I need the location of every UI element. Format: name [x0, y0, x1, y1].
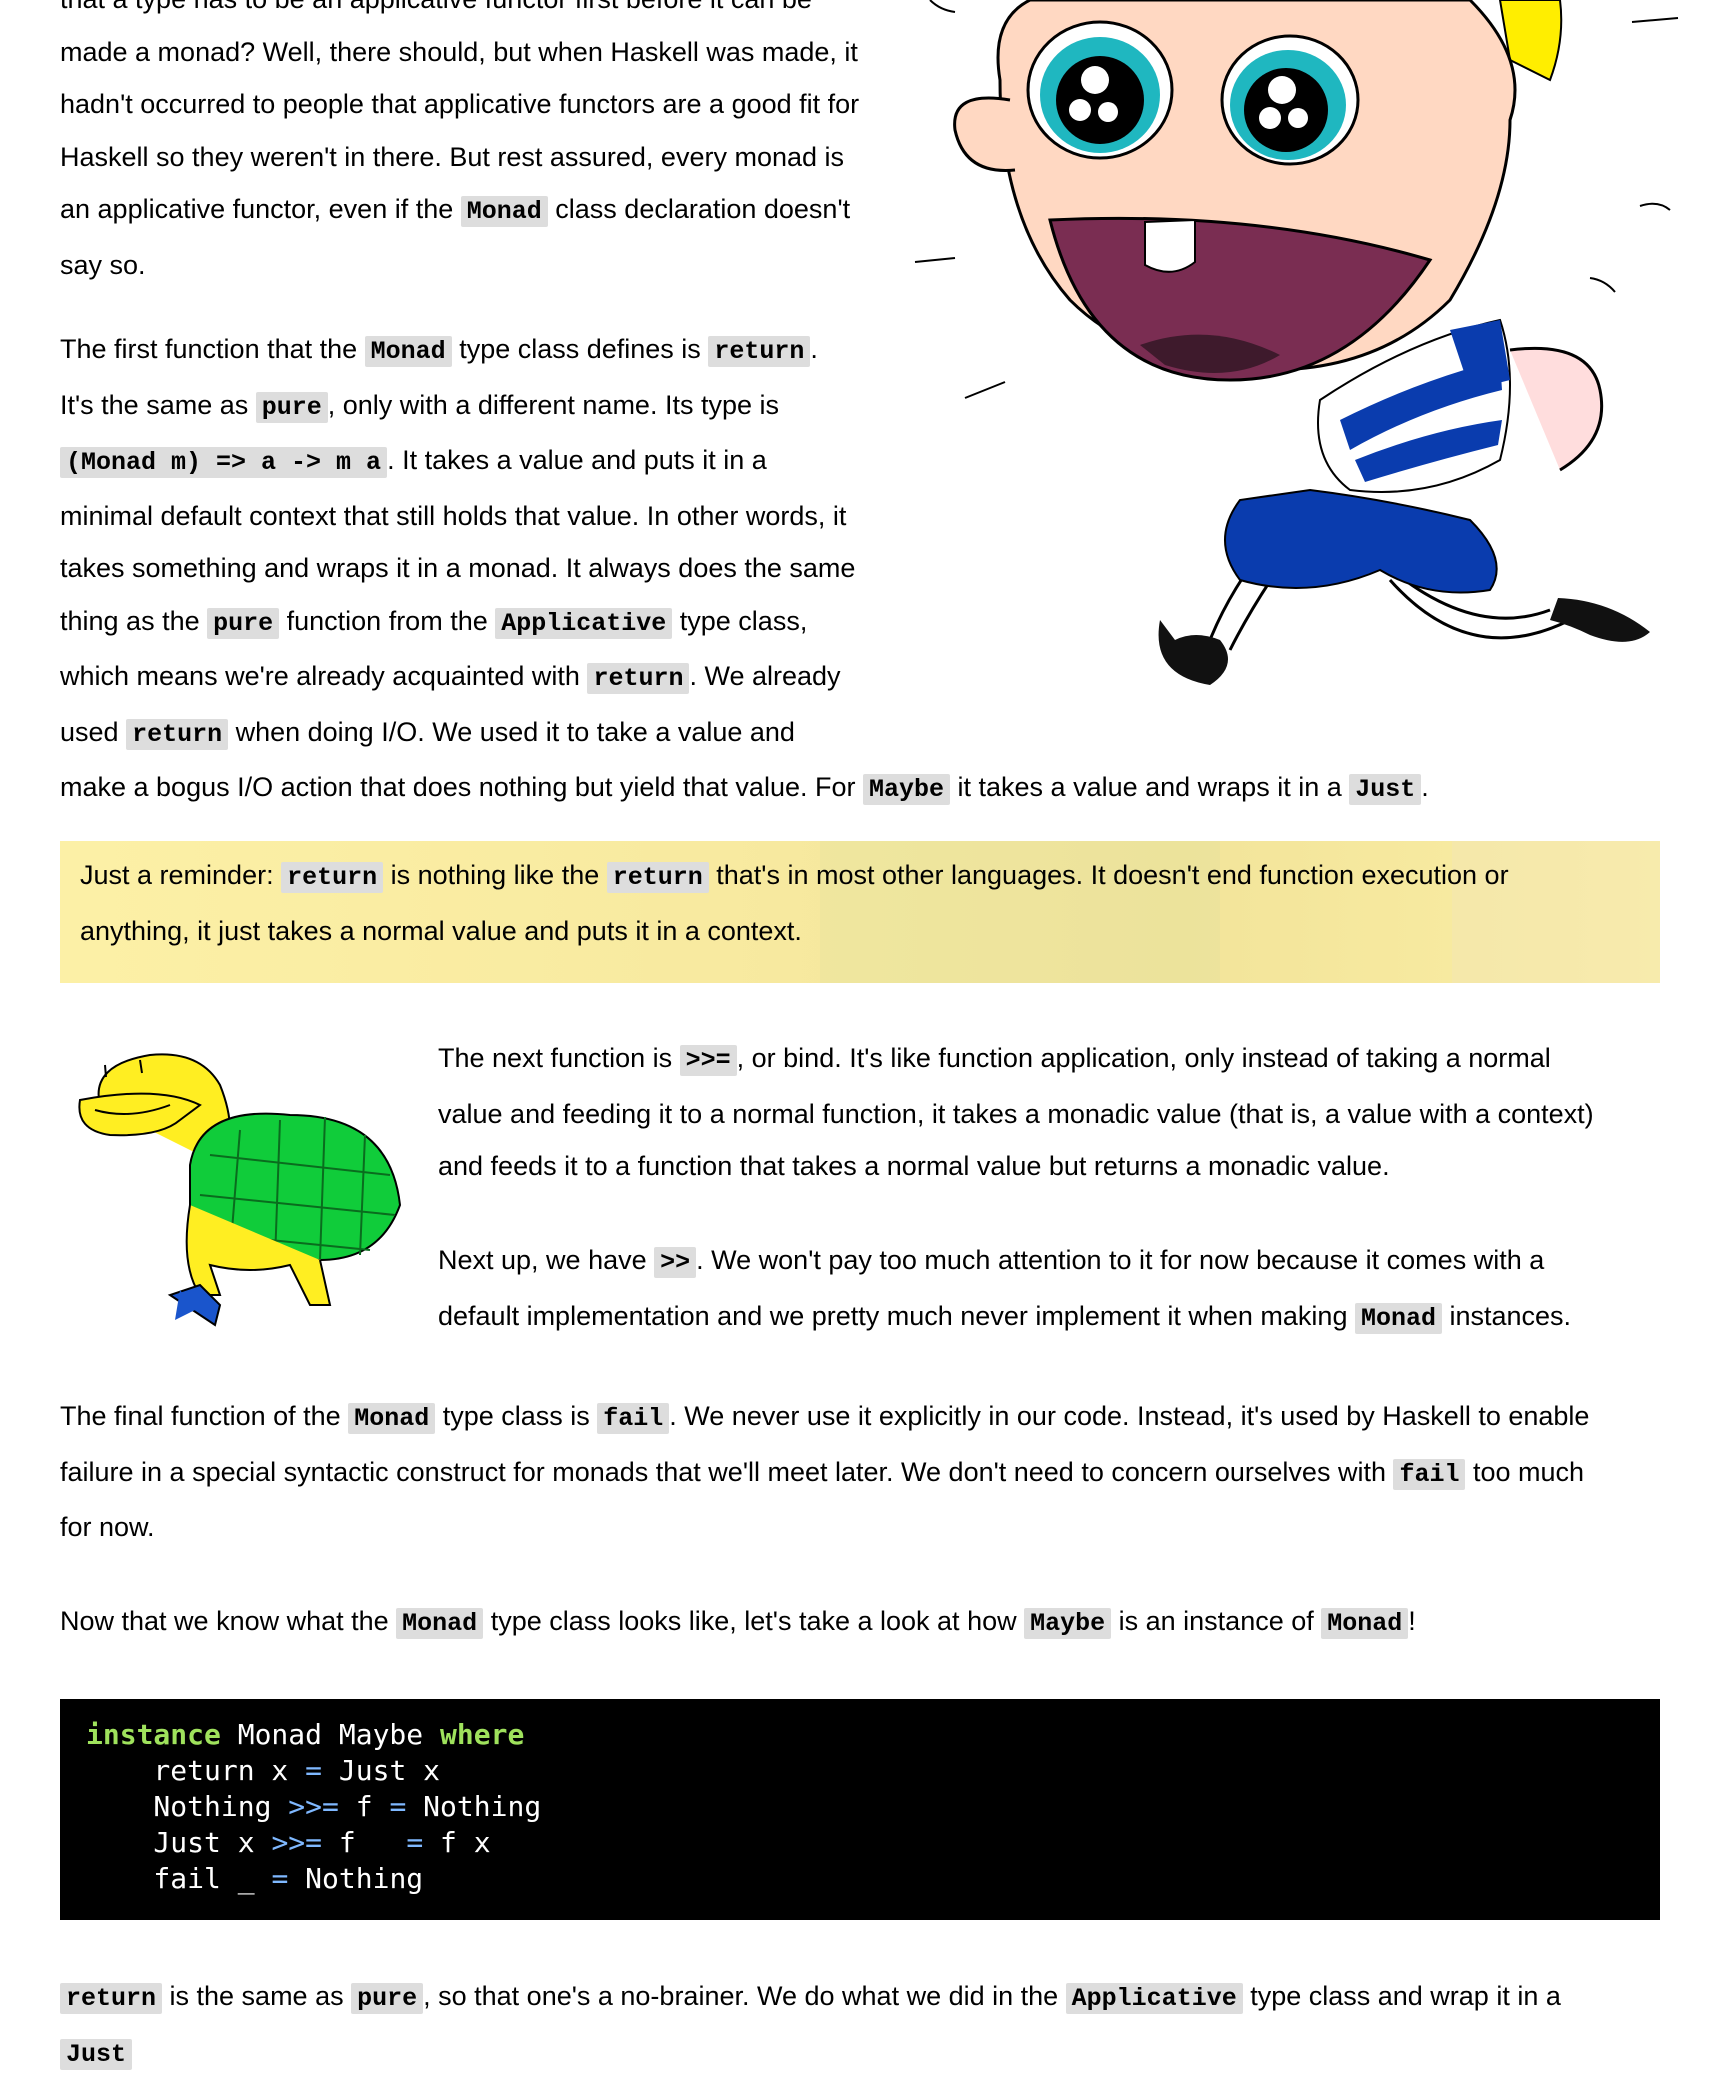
- text-line: an applicative functor, even if the Mona…: [60, 194, 851, 227]
- reminder-box: Just a reminder: return is nothing like …: [60, 841, 1660, 983]
- inline-code: Maybe: [863, 774, 951, 805]
- inline-code: Monad: [396, 1608, 484, 1639]
- inline-code: >>: [654, 1247, 697, 1278]
- code-block-maybe-monad: instance Monad Maybe where return x = Ju…: [60, 1699, 1660, 1920]
- inline-code: return: [708, 336, 811, 367]
- inline-code: fail: [597, 1403, 670, 1434]
- text-line: made a monad? Well, there should, but wh…: [60, 36, 858, 67]
- inline-code: Applicative: [1065, 1983, 1243, 2014]
- inline-code: return: [281, 862, 384, 893]
- paragraph-then: Next up, we have >>. We won't pay too mu…: [438, 1245, 1572, 1334]
- inline-code: Applicative: [495, 607, 673, 639]
- text-line: hadn't occurred to people that applicati…: [60, 89, 860, 119]
- paragraph-monad-applicative: that a type has to be an applicative fun…: [60, 0, 900, 291]
- text-line: say so.: [60, 249, 146, 280]
- inline-code: pure: [351, 1983, 424, 2014]
- inline-code: return: [126, 718, 229, 750]
- inline-code: Monad: [348, 1403, 436, 1434]
- text-line: that a type has to be an applicative fun…: [60, 0, 900, 26]
- inline-code: Maybe: [1024, 1608, 1112, 1639]
- inline-code: return: [587, 663, 690, 694]
- paragraph-return-pure: return is the same as pure, so that one'…: [60, 1970, 1660, 2081]
- paragraph-return: The first function that the Monad type c…: [60, 334, 1429, 805]
- paragraph-maybe-instance: Now that we know what the Monad type cla…: [60, 1606, 1416, 1639]
- inline-code: Just: [60, 2038, 133, 2070]
- article: that a type has to be an applicative fun…: [60, 0, 1679, 2070]
- paragraph-fail: The final function of the Monad type cla…: [60, 1401, 1590, 1542]
- inline-code: Monad: [1354, 1302, 1442, 1334]
- inline-code: return: [60, 1983, 163, 2014]
- paragraph-bind: The next function is >>=, or bind. It's …: [438, 1043, 1594, 1181]
- inline-code: pure: [255, 391, 328, 423]
- inline-code: pure: [207, 607, 280, 639]
- turtle-illustration: [78, 1053, 402, 1327]
- inline-code: Monad: [364, 336, 452, 367]
- inline-code: fail: [1393, 1458, 1466, 1490]
- inline-code: >>=: [679, 1045, 737, 1076]
- inline-code: Just: [1349, 774, 1422, 805]
- inline-code: Monad: [460, 196, 548, 227]
- inline-code: Monad: [1321, 1608, 1409, 1639]
- text-line: Haskell so they weren't in there. But re…: [60, 141, 845, 172]
- inline-code: return: [606, 862, 709, 893]
- inline-code: (Monad m) => a -> m a: [60, 447, 388, 478]
